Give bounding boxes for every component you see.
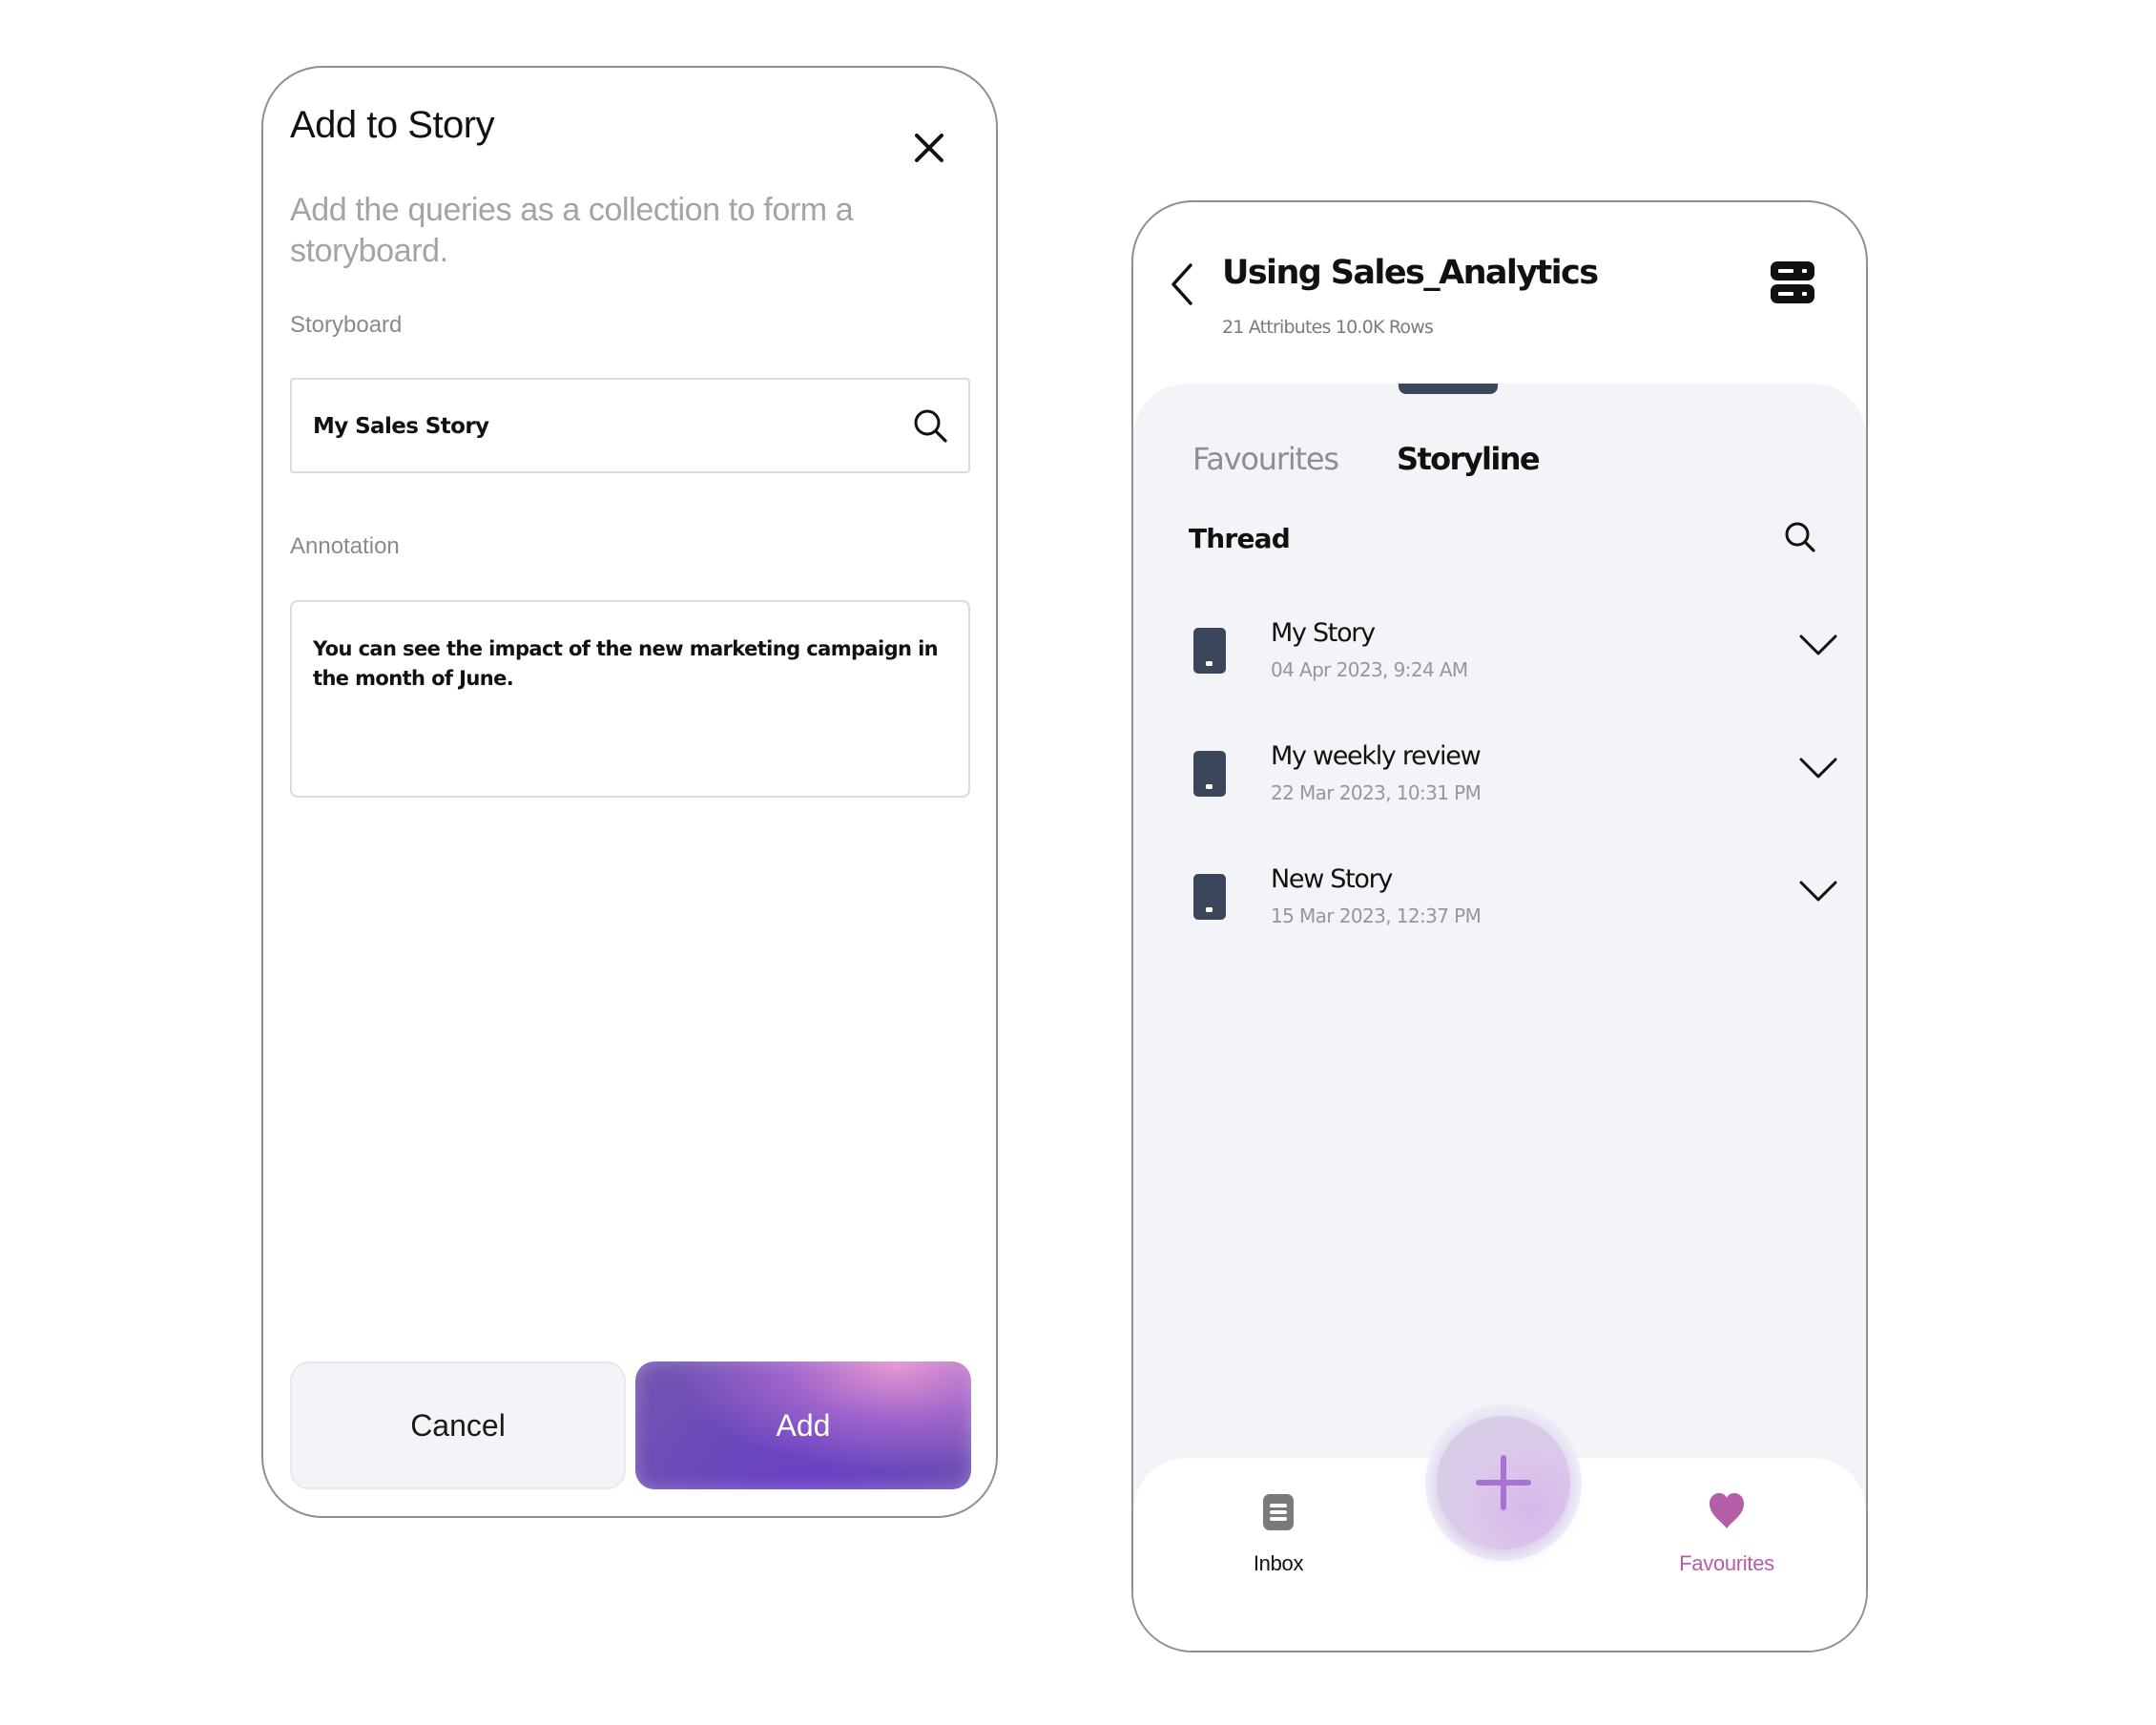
nav-label-inbox: Inbox [1253, 1551, 1304, 1575]
story-date: 04 Apr 2023, 9:24 AM [1271, 658, 1468, 681]
story-list-item[interactable]: My Story 04 Apr 2023, 9:24 AM [1133, 590, 1866, 695]
search-icon[interactable] [1782, 519, 1820, 557]
section-title: Thread [1189, 523, 1291, 554]
tab-storyline[interactable]: Storyline [1397, 441, 1541, 477]
chevron-left-icon[interactable] [1168, 261, 1196, 307]
story-title: My weekly review [1271, 741, 1482, 771]
sheet-drag-handle[interactable] [1399, 384, 1498, 394]
add-fab-button[interactable] [1437, 1416, 1570, 1549]
database-icon[interactable] [1770, 260, 1815, 305]
story-document-icon [1193, 751, 1226, 797]
story-list-item[interactable]: New Story 15 Mar 2023, 12:37 PM [1133, 836, 1866, 941]
annotation-label: Annotation [290, 533, 400, 559]
chevron-down-icon[interactable] [1798, 755, 1838, 781]
story-list-item[interactable]: My weekly review 22 Mar 2023, 10:31 PM [1133, 713, 1866, 818]
story-title: New Story [1271, 864, 1393, 894]
chevron-down-icon[interactable] [1798, 878, 1838, 904]
plus-icon [1476, 1455, 1531, 1510]
storyboard-label: Storyboard [290, 312, 403, 338]
annotation-textarea[interactable]: You can see the impact of the new market… [290, 600, 970, 798]
storyboard-value: My Sales Story [313, 414, 489, 439]
cancel-button-label: Cancel [410, 1407, 506, 1443]
close-icon[interactable] [910, 129, 948, 167]
dialog-subtitle: Add the queries as a collection to form … [290, 192, 854, 269]
add-button-label: Add [776, 1407, 831, 1443]
add-to-story-dialog: Add to Story Add the queries as a collec… [261, 66, 998, 1518]
story-document-icon [1193, 628, 1226, 674]
heart-icon [1710, 1493, 1744, 1528]
storyboard-input[interactable]: My Sales Story [290, 378, 970, 473]
dataset-meta: 21 Attributes 10.0K Rows [1222, 317, 1434, 338]
nav-item-inbox[interactable]: Inbox [1183, 1458, 1374, 1649]
story-date: 22 Mar 2023, 10:31 PM [1271, 781, 1482, 804]
nav-label-favourites: Favourites [1679, 1551, 1774, 1575]
search-icon[interactable] [911, 406, 949, 445]
annotation-value: You can see the impact of the new market… [313, 637, 939, 690]
dataset-title: Using Sales_Analytics [1222, 254, 1599, 292]
add-button[interactable]: Add [635, 1361, 971, 1489]
chevron-down-icon[interactable] [1798, 632, 1838, 658]
story-date: 15 Mar 2023, 12:37 PM [1271, 904, 1482, 927]
storyline-screen: Using Sales_Analytics 21 Attributes 10.0… [1131, 200, 1868, 1652]
nav-item-favourites[interactable]: Favourites [1631, 1458, 1822, 1649]
inbox-icon [1263, 1494, 1294, 1530]
story-title: My Story [1271, 618, 1376, 648]
tab-favourites[interactable]: Favourites [1192, 441, 1339, 477]
cancel-button[interactable]: Cancel [290, 1361, 626, 1489]
story-document-icon [1193, 874, 1226, 920]
dialog-title: Add to Story [290, 104, 495, 146]
